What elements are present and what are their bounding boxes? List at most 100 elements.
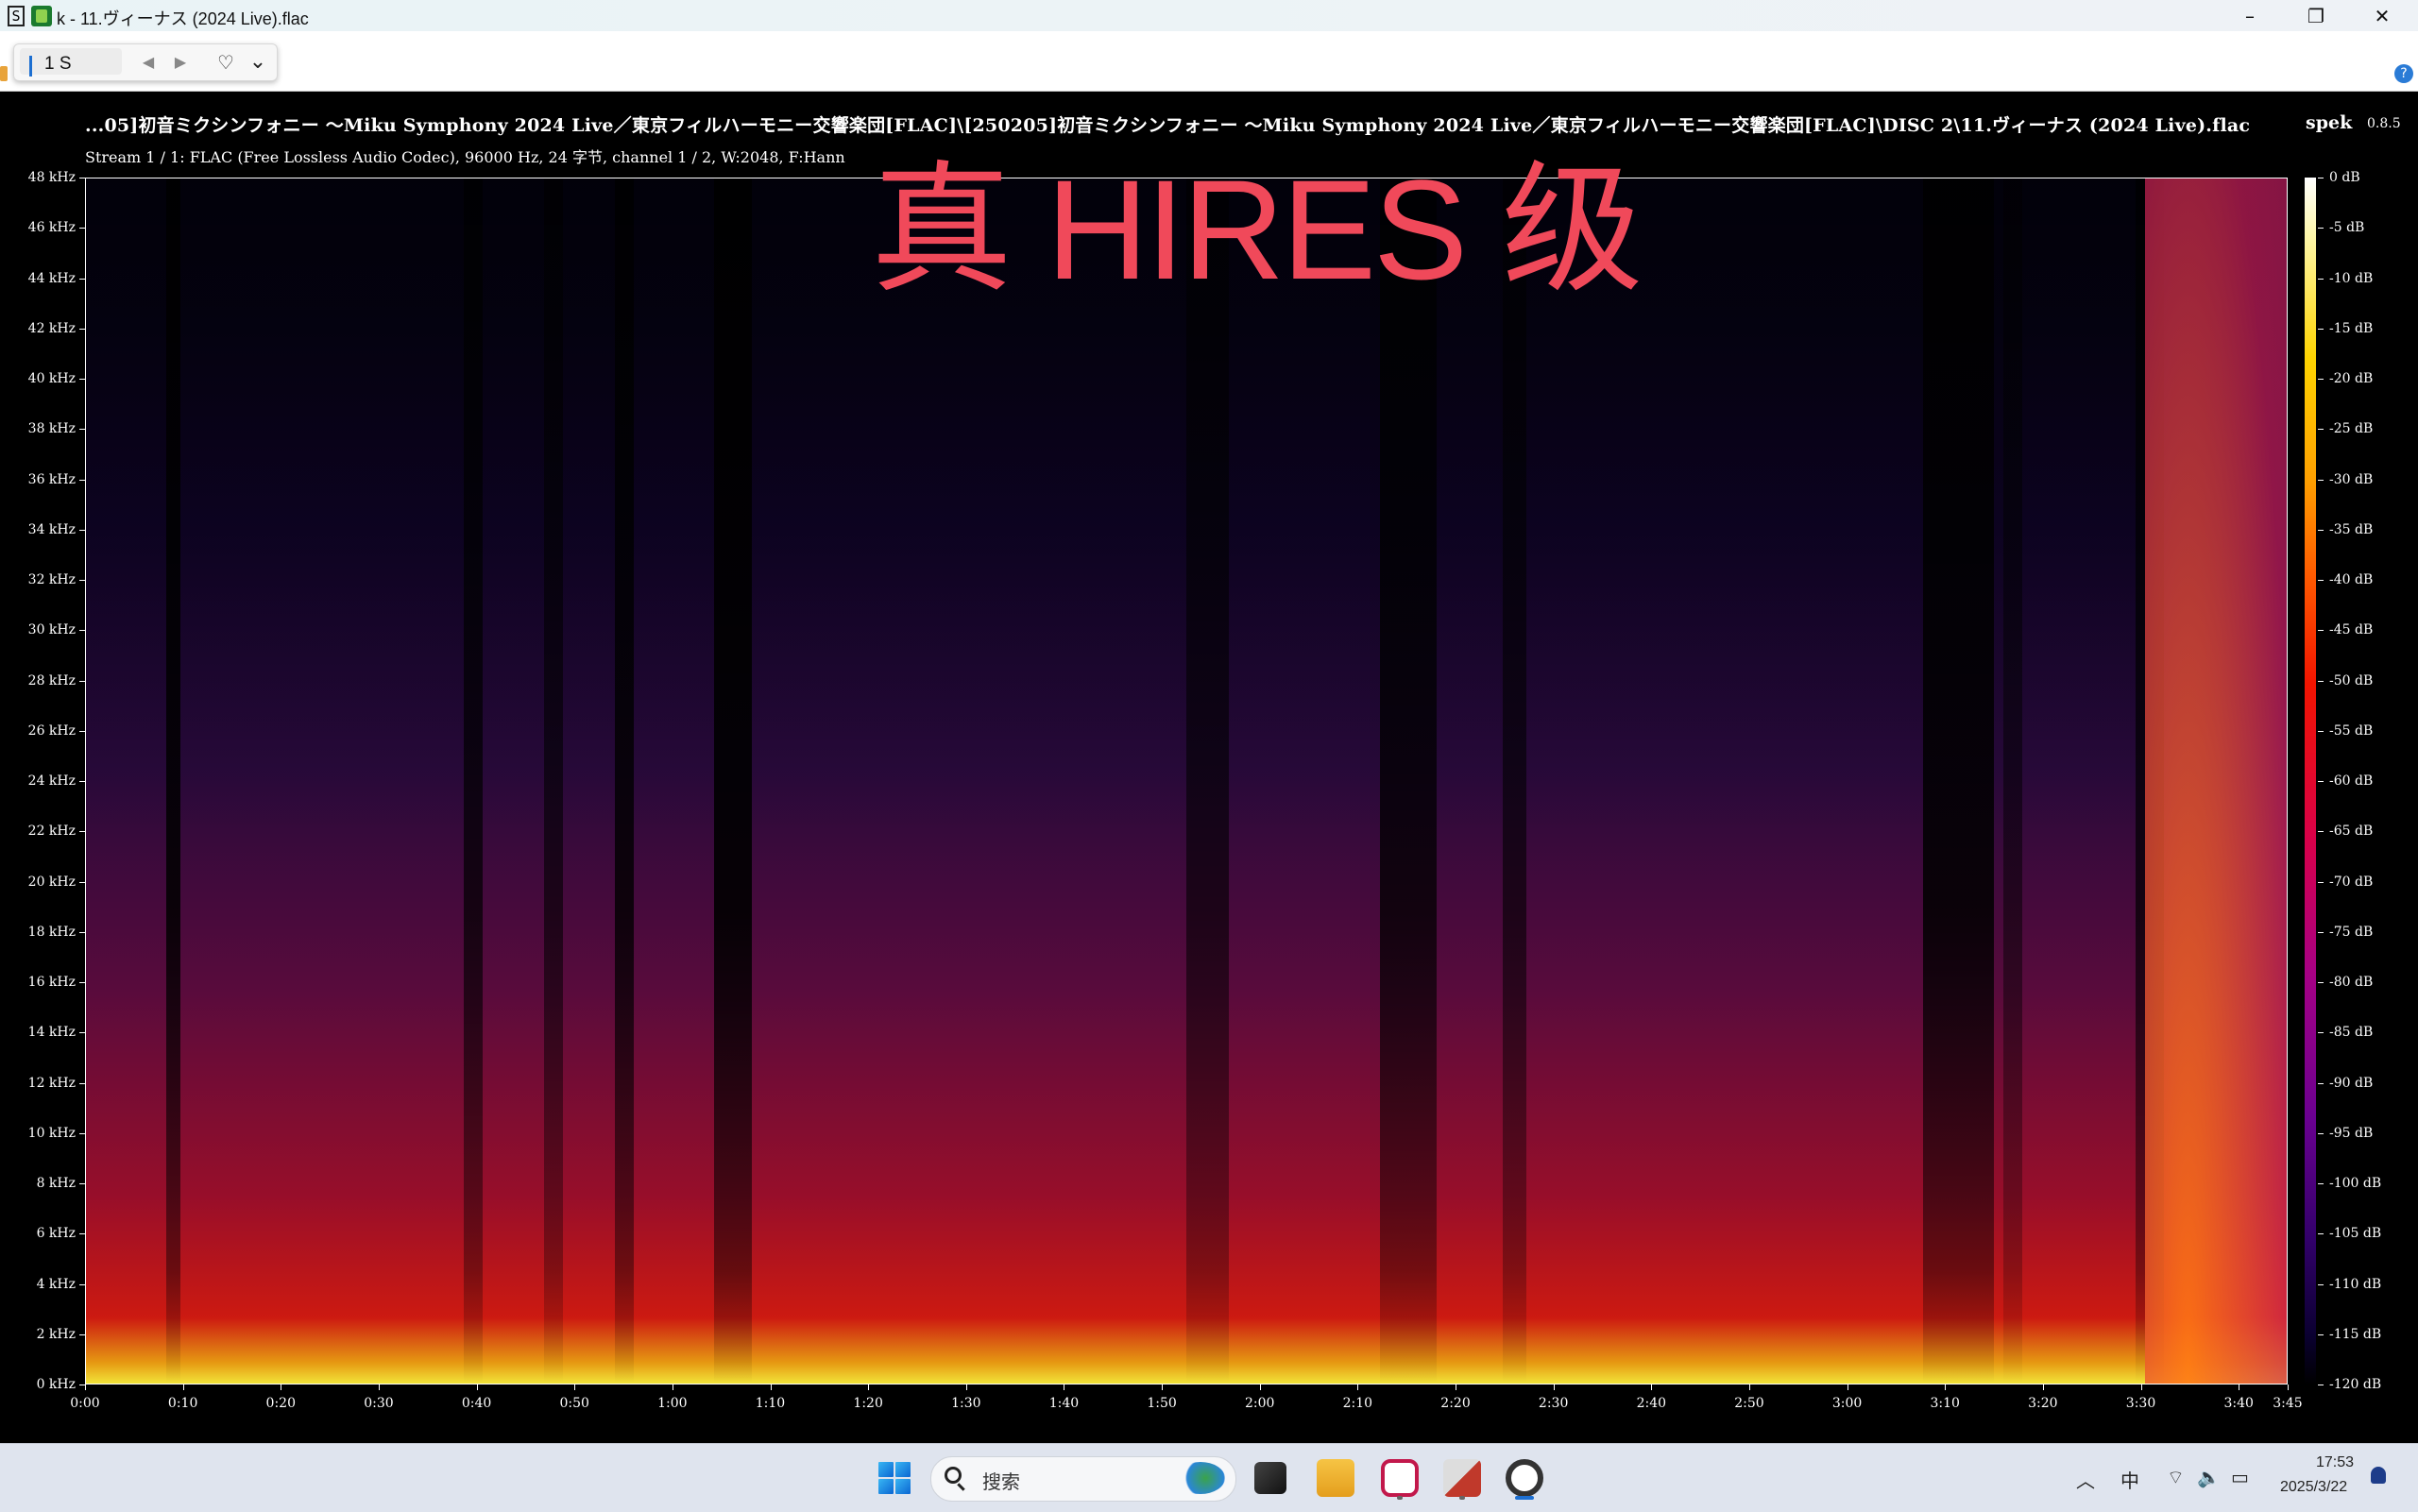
- colour-scale: [2305, 178, 2316, 1385]
- wifi-icon[interactable]: ⌔: [2167, 1466, 2185, 1489]
- y-tick-label: 18 kHz: [27, 924, 76, 940]
- volume-icon[interactable]: 🔈: [2197, 1466, 2221, 1488]
- db-tick: [2318, 1032, 2324, 1034]
- task-view-icon[interactable]: [1254, 1462, 1286, 1494]
- battery-icon[interactable]: ▭: [2231, 1466, 2249, 1488]
- y-tick: [79, 831, 85, 833]
- app-hexagon-icon[interactable]: [1381, 1459, 1419, 1497]
- y-tick: [79, 479, 85, 481]
- x-tick: [476, 1385, 478, 1390]
- db-tick-label: -115 dB: [2329, 1326, 2382, 1342]
- x-tick-label: 0:20: [265, 1396, 297, 1411]
- x-tick: [1651, 1385, 1653, 1390]
- x-tick-label: 2:00: [1244, 1396, 1275, 1411]
- popup-input[interactable]: 1 S: [20, 48, 122, 76]
- clock-date[interactable]: 2025/3/22: [2280, 1479, 2347, 1496]
- y-tick-label: 16 kHz: [27, 975, 76, 990]
- x-tick-label: 2:30: [1538, 1396, 1569, 1411]
- y-tick: [79, 278, 85, 280]
- db-tick-label: -90 dB: [2329, 1075, 2374, 1091]
- db-tick: [2318, 328, 2324, 330]
- y-tick-label: 34 kHz: [27, 521, 76, 537]
- x-tick-label: 3:45: [2273, 1396, 2303, 1411]
- running-indicator: [1397, 1496, 1403, 1500]
- y-tick: [79, 429, 85, 431]
- y-tick: [79, 529, 85, 531]
- window-title: k - 11.ヴィーナス (2024 Live).flac: [57, 9, 309, 28]
- x-tick: [378, 1385, 380, 1390]
- help-icon[interactable]: ?: [2394, 64, 2413, 83]
- prev-arrow-icon[interactable]: ◀: [135, 50, 162, 75]
- y-tick-label: 10 kHz: [27, 1125, 76, 1141]
- x-tick-label: 3:10: [1930, 1396, 1960, 1411]
- file-explorer-icon[interactable]: [1317, 1459, 1354, 1497]
- x-tick: [85, 1385, 86, 1390]
- db-tick: [2318, 379, 2324, 380]
- x-tick: [1259, 1385, 1261, 1390]
- spectrogram: [85, 178, 2288, 1385]
- system-menu-icon[interactable]: S: [8, 6, 25, 26]
- chevron-down-icon[interactable]: ⌄: [245, 50, 271, 75]
- favorite-icon[interactable]: ♡: [213, 50, 239, 75]
- x-tick-label: 2:40: [1636, 1396, 1667, 1411]
- db-tick: [2318, 479, 2324, 481]
- notification-bell-icon[interactable]: [2371, 1467, 2386, 1484]
- db-tick: [2318, 1183, 2324, 1184]
- close-button[interactable]: ✕: [2352, 0, 2412, 31]
- db-tick: [2318, 931, 2324, 933]
- y-tick: [79, 730, 85, 732]
- x-tick-label: 1:20: [853, 1396, 883, 1411]
- y-tick-label: 28 kHz: [27, 672, 76, 688]
- y-tick: [79, 982, 85, 983]
- db-tick-label: -105 dB: [2329, 1226, 2382, 1242]
- db-tick-label: -65 dB: [2329, 824, 2374, 840]
- x-tick: [182, 1385, 184, 1390]
- db-tick: [2318, 529, 2324, 531]
- x-tick-label: 3:00: [1831, 1396, 1863, 1411]
- db-tick: [2318, 1132, 2324, 1134]
- db-tick-label: -25 dB: [2329, 421, 2374, 437]
- y-tick: [79, 1183, 85, 1184]
- x-tick-label: 2:20: [1440, 1396, 1471, 1411]
- clock-time[interactable]: 17:53: [2316, 1454, 2354, 1471]
- x-tick-label: 1:40: [1048, 1396, 1080, 1411]
- spek-app-icon: [31, 6, 52, 26]
- toolbar-strip: [0, 31, 2418, 92]
- y-tick-label: 38 kHz: [27, 421, 76, 437]
- db-tick-label: -110 dB: [2329, 1276, 2382, 1292]
- y-tick: [79, 328, 85, 330]
- db-tick-label: -30 dB: [2329, 471, 2374, 487]
- y-tick: [79, 881, 85, 883]
- search-icon: [945, 1467, 962, 1484]
- x-tick: [965, 1385, 967, 1390]
- db-tick-label: -100 dB: [2329, 1176, 2382, 1191]
- next-arrow-icon[interactable]: ▶: [167, 50, 194, 75]
- db-tick: [2318, 1334, 2324, 1335]
- x-tick-label: 1:50: [1147, 1396, 1177, 1411]
- y-tick: [79, 630, 85, 632]
- y-tick: [79, 1233, 85, 1235]
- x-tick-label: 0:30: [364, 1396, 394, 1411]
- db-tick-label: -5 dB: [2329, 220, 2365, 236]
- windows-start-icon[interactable]: [878, 1462, 911, 1494]
- db-tick: [2318, 278, 2324, 280]
- db-tick-label: 0 dB: [2329, 170, 2360, 185]
- tray-overflow-icon[interactable]: ︿: [2076, 1466, 2095, 1493]
- db-tick-label: -50 dB: [2329, 672, 2374, 688]
- db-tick: [2318, 982, 2324, 983]
- file-path: ...05]初音ミクシンフォニー ～Miku Symphony 2024 Liv…: [85, 115, 2251, 136]
- ime-indicator[interactable]: 中: [2120, 1466, 2139, 1493]
- bilibili-app-icon[interactable]: [1506, 1459, 1543, 1497]
- x-tick: [2042, 1385, 2044, 1390]
- title-bar: S k - 11.ヴィーナス (2024 Live).flac – ❐ ✕: [0, 0, 2418, 32]
- x-tick: [2288, 1385, 2289, 1390]
- maximize-button[interactable]: ❐: [2286, 0, 2346, 31]
- x-tick-label: 2:10: [1342, 1396, 1373, 1411]
- y-tick-label: 2 kHz: [36, 1326, 76, 1342]
- folder-edge-icon: [0, 66, 8, 81]
- y-tick: [79, 781, 85, 782]
- minimize-button[interactable]: –: [2220, 0, 2280, 31]
- x-tick-label: 1:30: [951, 1396, 981, 1411]
- db-tick: [2318, 781, 2324, 782]
- image-app-icon[interactable]: [1443, 1459, 1481, 1497]
